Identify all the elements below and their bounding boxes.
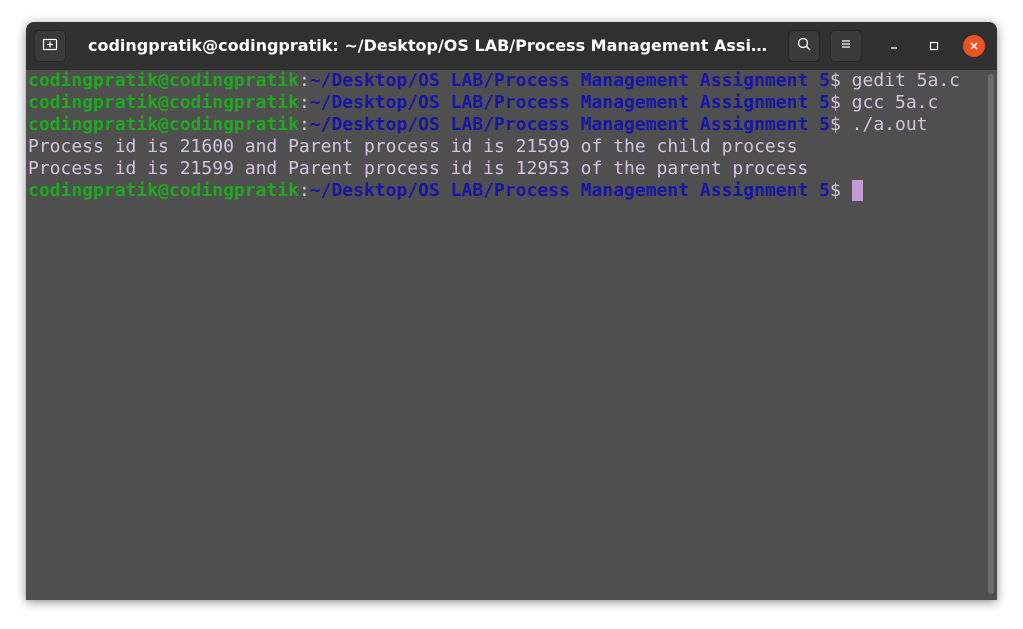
prompt-colon: : [298,92,310,113]
search-button[interactable] [788,30,820,62]
prompt-colon: : [298,114,310,135]
close-button[interactable] [963,35,985,57]
window-title: codingpratik@codingpratik: ~/Desktop/OS … [88,36,768,55]
output-line: Process id is 21599 and Parent process i… [28,158,809,179]
prompt-colon: : [298,180,310,201]
command-text: ./a.out [851,114,928,135]
prompt-user: codingpratik@codingpratik [28,92,299,113]
terminal-window: codingpratik@codingpratik: ~/Desktop/OS … [26,22,997,600]
title-bar: codingpratik@codingpratik: ~/Desktop/OS … [26,22,997,70]
prompt-user: codingpratik@codingpratik [28,180,299,201]
command-text: gedit 5a.c [851,70,961,91]
prompt-path: ~/Desktop/OS LAB/Process Management Assi… [309,180,830,201]
command-line: codingpratik@codingpratik:~/Desktop/OS L… [28,70,986,92]
menu-button[interactable] [830,30,862,62]
prompt-dollar: $ [829,180,852,201]
command-line: codingpratik@codingpratik:~/Desktop/OS L… [28,92,986,114]
prompt-path: ~/Desktop/OS LAB/Process Management Assi… [309,92,830,113]
command-line: codingpratik@codingpratik:~/Desktop/OS L… [28,114,986,136]
vertical-scrollbar[interactable] [988,74,994,594]
active-prompt-line[interactable]: codingpratik@codingpratik:~/Desktop/OS L… [28,180,986,202]
minimize-icon [888,37,900,56]
prompt-user: codingpratik@codingpratik [28,70,299,91]
new-tab-icon [42,36,58,56]
prompt-colon: : [298,70,310,91]
output-line: Process id is 21600 and Parent process i… [28,136,798,157]
maximize-icon [928,37,940,56]
text-cursor [851,180,863,201]
search-icon [796,36,812,56]
prompt-dollar: $ [829,92,852,113]
command-text: gcc 5a.c [851,92,939,113]
maximize-button[interactable] [923,35,945,57]
terminal-output-area[interactable]: codingpratik@codingpratik:~/Desktop/OS L… [26,70,986,600]
prompt-dollar: $ [829,114,852,135]
prompt-path: ~/Desktop/OS LAB/Process Management Assi… [309,114,830,135]
prompt-user: codingpratik@codingpratik [28,114,299,135]
close-icon [968,37,980,56]
minimize-button[interactable] [883,35,905,57]
new-tab-button[interactable] [34,30,66,62]
prompt-path: ~/Desktop/OS LAB/Process Management Assi… [309,70,830,91]
hamburger-menu-icon [838,36,854,56]
prompt-dollar: $ [829,70,852,91]
